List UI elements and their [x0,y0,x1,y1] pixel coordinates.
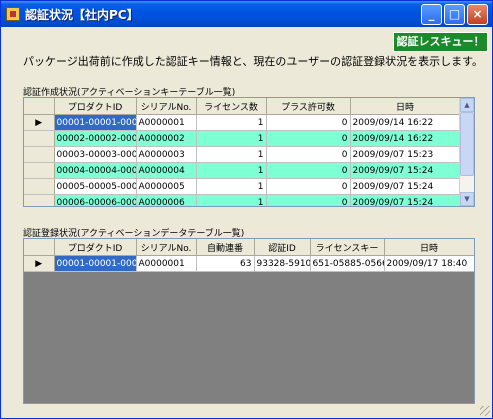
cell-serial[interactable]: A0000002 [136,130,197,147]
cell-licenses[interactable]: 1 [196,130,267,147]
table-row[interactable]: ▶ 00001-00001-00001 A0000001 1 0 2009/09… [24,114,461,131]
table-row[interactable]: 00003-00003-00003 A0000003 1 0 2009/09/0… [24,146,461,163]
column-header-product-id[interactable]: プロダクトID [54,98,137,115]
cell-licenses[interactable]: 1 [196,194,267,206]
column-header-auth-id[interactable]: 認証ID [254,239,311,256]
cell-plus-allowed[interactable]: 0 [266,162,351,179]
table-row[interactable]: 00002-00002-00002 A0000002 1 0 2009/09/1… [24,130,461,147]
column-header-licenses[interactable]: ライセンス数 [196,98,267,115]
resize-grip-icon[interactable] [480,406,490,416]
row-header[interactable] [24,146,55,163]
cell-licenses[interactable]: 1 [196,114,267,131]
column-header-product-id[interactable]: プロダクトID [54,239,137,256]
app-window: 認証状況【社内PC】 _ □ × 認証レスキュー！ パッケージ出荷前に作成した認… [0,0,493,419]
cell-product-id[interactable]: 00001-00001-00001 [54,255,137,272]
window-title: 認証状況【社内PC】 [25,8,139,22]
cell-product-id[interactable]: 00004-00004-00004 [54,162,137,179]
grid-header-row: プロダクトID シリアルNo. 自動連番 認証ID ライセンスキー 日時 [24,239,474,256]
activation-data-grid[interactable]: プロダクトID シリアルNo. 自動連番 認証ID ライセンスキー 日時 ▶ 0… [23,238,475,404]
cell-licenses[interactable]: 1 [196,178,267,195]
cell-licenses[interactable]: 1 [196,162,267,179]
cell-license-key[interactable]: 651-05885-05663 [310,255,385,272]
cell-plus-allowed[interactable]: 0 [266,146,351,163]
cell-serial[interactable]: A0000004 [136,162,197,179]
maximize-button[interactable]: □ [444,4,465,25]
cell-datetime[interactable]: 2009/09/07 15:24 [350,162,461,179]
scroll-down-arrow-icon[interactable]: ▼ [460,192,474,206]
cell-plus-allowed[interactable]: 0 [266,130,351,147]
cell-auto-seq[interactable]: 63 [196,255,255,272]
cell-datetime[interactable]: 2009/09/14 16:22 [350,130,461,147]
cell-product-id[interactable]: 00001-00001-00001 [54,114,137,131]
description-text: パッケージ出荷前に作成した認証キー情報と、現在のユーザーの認証登録状況を表示しま… [23,55,484,68]
table-row[interactable]: 00004-00004-00004 A0000004 1 0 2009/09/0… [24,162,461,179]
cell-plus-allowed[interactable]: 0 [266,178,351,195]
title-bar[interactable]: 認証状況【社内PC】 _ □ × [1,1,492,27]
vertical-scrollbar[interactable]: ▲ ▼ [459,98,474,206]
cell-product-id[interactable]: 00006-00006-00006 [54,194,137,206]
close-button[interactable]: × [467,4,488,25]
row-header[interactable] [24,130,55,147]
cell-datetime[interactable]: 2009/09/14 16:22 [350,114,461,131]
row-header-corner [24,98,55,115]
column-header-auto-seq[interactable]: 自動連番 [196,239,255,256]
cell-product-id[interactable]: 00005-00005-00005 [54,178,137,195]
minimize-button[interactable]: _ [421,4,442,25]
cell-serial[interactable]: A0000005 [136,178,197,195]
activation-key-grid[interactable]: プロダクトID シリアルNo. ライセンス数 プラス許可数 日時 ▶ 00001… [23,97,475,207]
cell-serial[interactable]: A0000001 [136,255,197,272]
cell-datetime[interactable]: 2009/09/07 15:24 [350,178,461,195]
cell-datetime[interactable]: 2009/09/07 15:24 [350,194,461,206]
row-header[interactable] [24,178,55,195]
row-header-corner [24,239,55,256]
auth-rescue-button[interactable]: 認証レスキュー！ [393,32,488,52]
column-header-license-key[interactable]: ライセンスキー [310,239,385,256]
scrollbar-thumb[interactable] [460,112,474,176]
column-header-serial[interactable]: シリアルNo. [136,98,197,115]
column-header-plus-allowed[interactable]: プラス許可数 [266,98,351,115]
cell-product-id[interactable]: 00003-00003-00003 [54,146,137,163]
cell-auth-id[interactable]: 93328-59106 [254,255,311,272]
column-header-datetime[interactable]: 日時 [384,239,474,256]
cell-plus-allowed[interactable]: 0 [266,114,351,131]
table-row[interactable]: ▶ 00001-00001-00001 A0000001 63 93328-59… [24,255,474,272]
cell-serial[interactable]: A0000001 [136,114,197,131]
cell-datetime[interactable]: 2009/09/17 18:40 [384,255,474,272]
cell-plus-allowed[interactable]: 0 [266,194,351,206]
current-row-indicator: ▶ [24,114,55,131]
cell-product-id[interactable]: 00002-00002-00002 [54,130,137,147]
current-row-indicator: ▶ [24,255,55,272]
scroll-up-arrow-icon[interactable]: ▲ [460,98,474,112]
column-header-datetime[interactable]: 日時 [350,98,461,115]
app-icon [6,7,20,21]
table-row[interactable]: 00006-00006-00006 A0000006 1 0 2009/09/0… [24,194,461,206]
table-row[interactable]: 00005-00005-00005 A0000005 1 0 2009/09/0… [24,178,461,195]
cell-datetime[interactable]: 2009/09/07 15:23 [350,146,461,163]
grid-header-row: プロダクトID シリアルNo. ライセンス数 プラス許可数 日時 [24,98,461,115]
row-header[interactable] [24,162,55,179]
cell-licenses[interactable]: 1 [196,146,267,163]
row-header[interactable] [24,194,55,206]
column-header-serial[interactable]: シリアルNo. [136,239,197,256]
cell-serial[interactable]: A0000003 [136,146,197,163]
cell-serial[interactable]: A0000006 [136,194,197,206]
